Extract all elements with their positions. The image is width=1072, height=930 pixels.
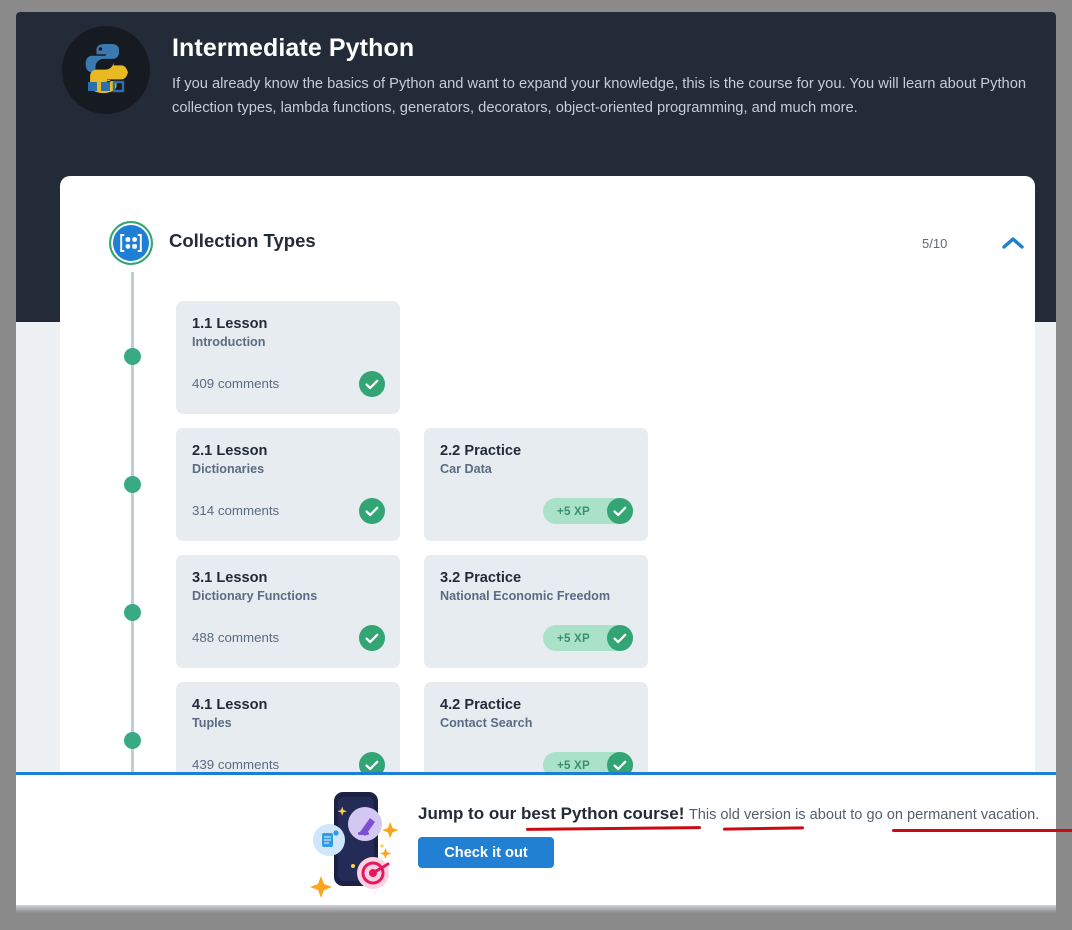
- promo-copy: Jump to our best Python course! This old…: [418, 788, 1072, 900]
- lesson-card-title: 4.1 Lesson: [192, 697, 268, 713]
- window-bottom-shadow: [16, 905, 1056, 913]
- lesson-card-title: 2.1 Lesson: [192, 443, 268, 459]
- promo-subtext: This old version is about to go on perma…: [688, 807, 1072, 832]
- practice-card[interactable]: 3.2 Practice National Economic Freedom +…: [424, 555, 648, 668]
- check-circle-icon: [359, 371, 385, 397]
- section-header[interactable]: Collection Types 5/10: [60, 176, 1035, 294]
- xp-badge: +5 XP: [543, 625, 633, 651]
- lesson-card-subtitle: Dictionaries: [192, 462, 265, 476]
- annotation-underline-2: [722, 826, 804, 831]
- lesson-card-comments: 314 comments: [192, 503, 280, 518]
- lesson-card-comments: 439 comments: [192, 757, 280, 772]
- promo-content: Jump to our best Python course! This old…: [308, 788, 1072, 900]
- lesson-row: 1.1 Lesson Introduction 409 comments: [176, 301, 676, 414]
- browser-window-frame: Intermediate Python If you already know …: [0, 0, 1072, 930]
- lesson-row: 3.1 Lesson Dictionary Functions 488 comm…: [176, 555, 676, 668]
- python-logo-icon: [62, 26, 150, 114]
- timeline-dot: [124, 604, 141, 621]
- check-it-out-button[interactable]: Check it out: [418, 837, 554, 868]
- lesson-card[interactable]: 3.1 Lesson Dictionary Functions 488 comm…: [176, 555, 400, 668]
- lesson-card-subtitle: Dictionary Functions: [192, 589, 318, 603]
- lesson-card[interactable]: 2.1 Lesson Dictionaries 314 comments: [176, 428, 400, 541]
- practice-card-subtitle: National Economic Freedom: [440, 589, 611, 603]
- check-circle-icon: [359, 625, 385, 651]
- xp-badge: +5 XP: [543, 498, 633, 524]
- xp-label: +5 XP: [557, 504, 590, 518]
- promo-headline: Jump to our best Python course!: [418, 804, 702, 831]
- practice-card[interactable]: 2.2 Practice Car Data +5 XP: [424, 428, 648, 541]
- lesson-card-subtitle: Introduction: [192, 335, 266, 349]
- hero-text-block: Intermediate Python If you already know …: [172, 26, 1032, 120]
- practice-card-subtitle: Contact Search: [440, 716, 533, 730]
- lesson-card-subtitle: Tuples: [192, 716, 232, 730]
- check-circle-icon: [607, 498, 633, 524]
- annotation-underline-3: [891, 829, 1072, 832]
- annotation-underline-1: [525, 826, 702, 831]
- section-title: Collection Types: [169, 230, 316, 251]
- lesson-grid: 1.1 Lesson Introduction 409 comments 2.1…: [176, 301, 676, 809]
- course-description: If you already know the basics of Python…: [172, 76, 1027, 116]
- practice-card-subtitle: Car Data: [440, 462, 492, 476]
- lesson-card-title: 1.1 Lesson: [192, 316, 268, 332]
- check-circle-icon: [607, 625, 633, 651]
- lesson-card-title: 3.1 Lesson: [192, 570, 268, 586]
- practice-card-title: 2.2 Practice: [440, 443, 522, 459]
- page-title: Intermediate Python: [172, 34, 415, 62]
- phone-learning-illustration-icon: [308, 788, 404, 900]
- timeline-dot: [124, 732, 141, 749]
- hero-content: Intermediate Python If you already know …: [62, 26, 1042, 120]
- promo-banner: Jump to our best Python course! This old…: [16, 772, 1072, 913]
- timeline-dot: [124, 348, 141, 365]
- collection-grid-icon: [109, 221, 153, 265]
- lesson-card-comments: 488 comments: [192, 630, 280, 645]
- promo-headline-text: Jump to our best Python course!: [418, 804, 685, 823]
- lesson-row: 2.1 Lesson Dictionaries 314 comments 2.2…: [176, 428, 676, 541]
- xp-label: +5 XP: [557, 631, 590, 645]
- section-progress-count: 5/10: [922, 236, 948, 251]
- check-circle-icon: [359, 498, 385, 524]
- practice-card-title: 3.2 Practice: [440, 570, 522, 586]
- lesson-card[interactable]: 1.1 Lesson Introduction 409 comments: [176, 301, 400, 414]
- promo-subtext-text: This old version is about to go on perma…: [688, 807, 1040, 823]
- lesson-card-comments: 409 comments: [192, 376, 280, 391]
- practice-card-title: 4.2 Practice: [440, 697, 522, 713]
- timeline-dot: [124, 476, 141, 493]
- chevron-up-icon[interactable]: [996, 226, 1030, 260]
- xp-label: +5 XP: [557, 758, 590, 772]
